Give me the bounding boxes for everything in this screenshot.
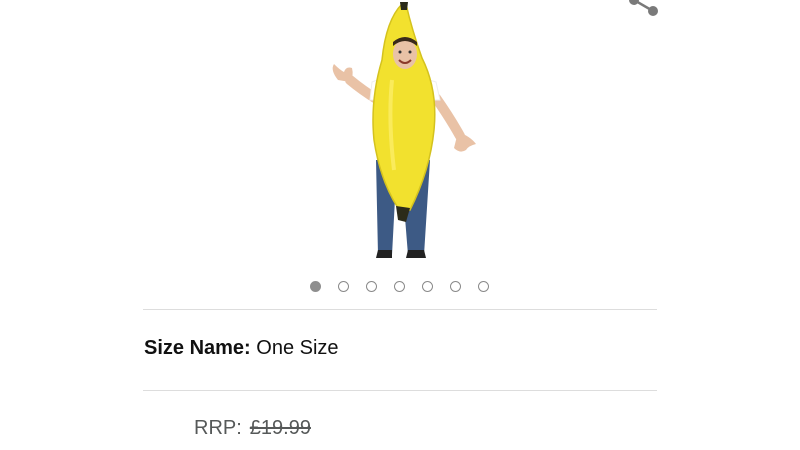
image-carousel-dots	[0, 280, 800, 296]
carousel-dot-7[interactable]	[478, 281, 489, 292]
divider-top	[143, 309, 657, 310]
banana-costume-image	[332, 2, 476, 258]
product-image[interactable]	[300, 0, 500, 262]
carousel-dot-5[interactable]	[422, 281, 433, 292]
size-value: One Size	[256, 337, 339, 359]
carousel-dot-2[interactable]	[338, 281, 349, 292]
size-selector[interactable]: Size Name: One Size	[144, 337, 339, 360]
rrp-price-row: RRP: £19.99	[194, 417, 311, 440]
rrp-price: £19.99	[249, 417, 311, 439]
divider-bottom	[143, 390, 657, 391]
rrp-label: RRP:	[194, 417, 242, 439]
carousel-dot-4[interactable]	[394, 281, 405, 292]
carousel-dot-3[interactable]	[366, 281, 377, 292]
size-label: Size Name:	[144, 337, 257, 359]
share-button[interactable]	[626, 0, 662, 22]
carousel-dot-1[interactable]	[310, 281, 321, 292]
carousel-dot-6[interactable]	[450, 281, 461, 292]
share-icon	[629, 0, 658, 16]
product-page: Size Name: One Size RRP: £19.99	[0, 0, 800, 450]
